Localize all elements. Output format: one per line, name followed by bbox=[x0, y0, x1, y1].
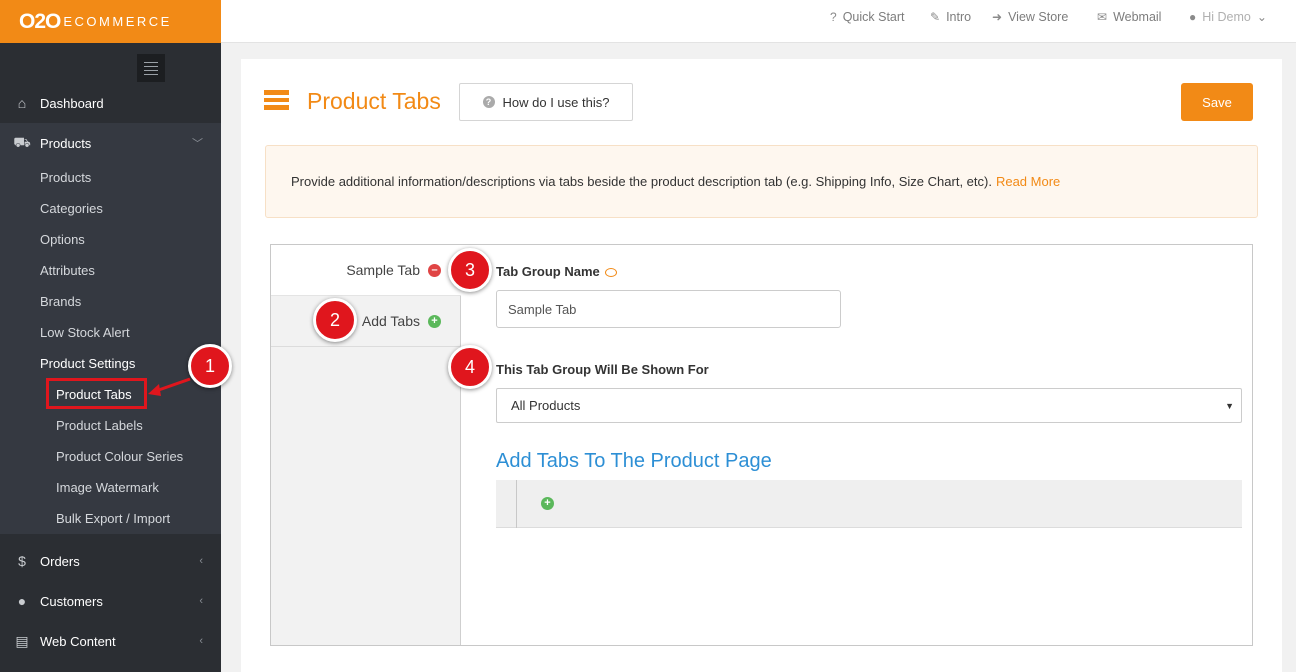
shown-for-select[interactable]: All Products ▼ bbox=[496, 388, 1242, 423]
book-icon: ▤ bbox=[15, 632, 29, 649]
sidebar-subitem-attributes[interactable]: Attributes bbox=[40, 263, 95, 278]
sidebar: O2O ECOMMERCE ⌂ Dashboard ⛟ Products ﹀ P… bbox=[0, 0, 221, 672]
remove-icon[interactable]: – bbox=[428, 263, 441, 277]
view-store-link[interactable]: ➜ View Store bbox=[992, 10, 1068, 24]
tab-group-name-input[interactable]: Sample Tab bbox=[496, 290, 841, 328]
read-more-link[interactable]: Read More bbox=[996, 174, 1060, 189]
annotation-highlight-box bbox=[46, 378, 147, 409]
sidebar-subitem-categories[interactable]: Categories bbox=[40, 201, 103, 216]
sidebar-item-label: Customers bbox=[40, 593, 103, 609]
sidebar-item-label: Dashboard bbox=[40, 95, 104, 111]
user-icon: ● bbox=[1189, 10, 1197, 24]
chevron-left-icon: ‹ bbox=[199, 555, 203, 567]
sidebar-item-products[interactable]: ⛟ Products ﹀ bbox=[0, 123, 221, 163]
sidebar-subitem-image-watermark[interactable]: Image Watermark bbox=[56, 480, 159, 495]
external-link-icon: ➜ bbox=[992, 10, 1003, 24]
page-title: Product Tabs bbox=[307, 88, 441, 114]
info-text: Provide additional information/descripti… bbox=[291, 174, 992, 189]
select-value: All Products bbox=[511, 398, 581, 413]
sidebar-subitem-products[interactable]: Products bbox=[40, 170, 91, 185]
shown-for-label: This Tab Group Will Be Shown For bbox=[496, 362, 709, 377]
sidebar-item-customers[interactable]: ● Customers ‹ bbox=[0, 581, 221, 621]
label-text: Tab Group Name bbox=[496, 264, 600, 279]
save-button[interactable]: Save bbox=[1181, 83, 1253, 121]
logo-mark: O2O bbox=[19, 9, 61, 33]
annotation-badge-4: 4 bbox=[448, 345, 492, 389]
section-title: Add Tabs To The Product Page bbox=[496, 450, 772, 472]
tab-label: Add Tabs bbox=[361, 313, 420, 329]
view-store-label: View Store bbox=[1008, 10, 1069, 24]
sidebar-subitem-options[interactable]: Options bbox=[40, 232, 85, 247]
sidebar-subitem-bulk-export-import[interactable]: Bulk Export / Import bbox=[56, 511, 170, 526]
webmail-link[interactable]: ✉ Webmail bbox=[1097, 10, 1161, 24]
divider bbox=[516, 480, 517, 528]
sidebar-item-label: Web Content bbox=[40, 633, 116, 649]
annotation-badge-2: 2 bbox=[313, 298, 357, 342]
dollar-icon: $ bbox=[18, 553, 26, 569]
sidebar-item-dashboard[interactable]: ⌂ Dashboard bbox=[0, 83, 221, 123]
sidebar-subitem-product-settings[interactable]: Product Settings bbox=[40, 356, 135, 371]
chevron-left-icon: ‹ bbox=[199, 635, 203, 647]
home-icon: ⌂ bbox=[17, 95, 27, 111]
chevron-down-icon: ﹀ bbox=[192, 138, 203, 150]
intro-label: Intro bbox=[946, 10, 972, 24]
top-bar: ? Quick Start ✎ Intro ➜ View Store ✉ Web… bbox=[221, 0, 1296, 43]
quick-start-label: Quick Start bbox=[842, 10, 905, 24]
info-banner: Provide additional information/descripti… bbox=[265, 145, 1258, 218]
logo-word: ECOMMERCE bbox=[63, 14, 172, 29]
user-name: Hi Demo bbox=[1202, 10, 1251, 24]
annotation-arrow-icon bbox=[148, 377, 191, 396]
tab-sample[interactable]: Sample Tab – bbox=[271, 245, 461, 296]
tabs-icon bbox=[264, 90, 289, 110]
sidebar-subitem-product-labels[interactable]: Product Labels bbox=[56, 418, 143, 433]
question-icon: ? bbox=[482, 96, 495, 108]
chevron-left-icon: ‹ bbox=[199, 595, 203, 607]
intro-link[interactable]: ✎ Intro bbox=[930, 10, 971, 24]
help-button[interactable]: ? How do I use this? bbox=[459, 83, 633, 121]
magic-wand-icon: ✎ bbox=[930, 10, 941, 24]
sidebar-item-web-content[interactable]: ▤ Web Content ‹ bbox=[0, 621, 221, 661]
user-menu[interactable]: ● Hi Demo ⌄ bbox=[1189, 10, 1267, 24]
quick-start-link[interactable]: ? Quick Start bbox=[830, 10, 905, 24]
annotation-badge-3: 3 bbox=[448, 248, 492, 292]
caret-down-icon: ▼ bbox=[1225, 400, 1234, 411]
envelope-icon: ✉ bbox=[1097, 10, 1108, 24]
cart-icon: ⛟ bbox=[13, 133, 31, 150]
sidebar-item-label: Orders bbox=[40, 553, 80, 569]
chevron-down-icon: ⌄ bbox=[1256, 10, 1267, 24]
sidebar-item-label: Products bbox=[40, 135, 92, 151]
add-tabs-button[interactable]: Add Tabs + bbox=[271, 296, 461, 347]
tab-label: Sample Tab bbox=[346, 262, 420, 278]
add-tab-icon[interactable]: + bbox=[541, 497, 554, 510]
webmail-label: Webmail bbox=[1113, 10, 1162, 24]
user-icon: ● bbox=[17, 593, 27, 609]
sidebar-subitem-brands[interactable]: Brands bbox=[40, 294, 81, 309]
menu-toggle-icon[interactable] bbox=[137, 54, 165, 82]
sidebar-item-orders[interactable]: $ Orders ‹ bbox=[0, 541, 221, 581]
sidebar-subitem-low-stock-alert[interactable]: Low Stock Alert bbox=[40, 325, 130, 340]
add-icon[interactable]: + bbox=[428, 314, 441, 328]
comment-icon[interactable] bbox=[604, 268, 617, 278]
logo[interactable]: O2O ECOMMERCE bbox=[0, 0, 221, 43]
sidebar-subitem-product-colour-series[interactable]: Product Colour Series bbox=[56, 449, 183, 464]
question-icon: ? bbox=[830, 10, 837, 24]
product-tabs-strip: + bbox=[496, 480, 1242, 528]
help-button-label: How do I use this? bbox=[502, 94, 610, 110]
tab-group-name-label: Tab Group Name bbox=[496, 264, 617, 279]
